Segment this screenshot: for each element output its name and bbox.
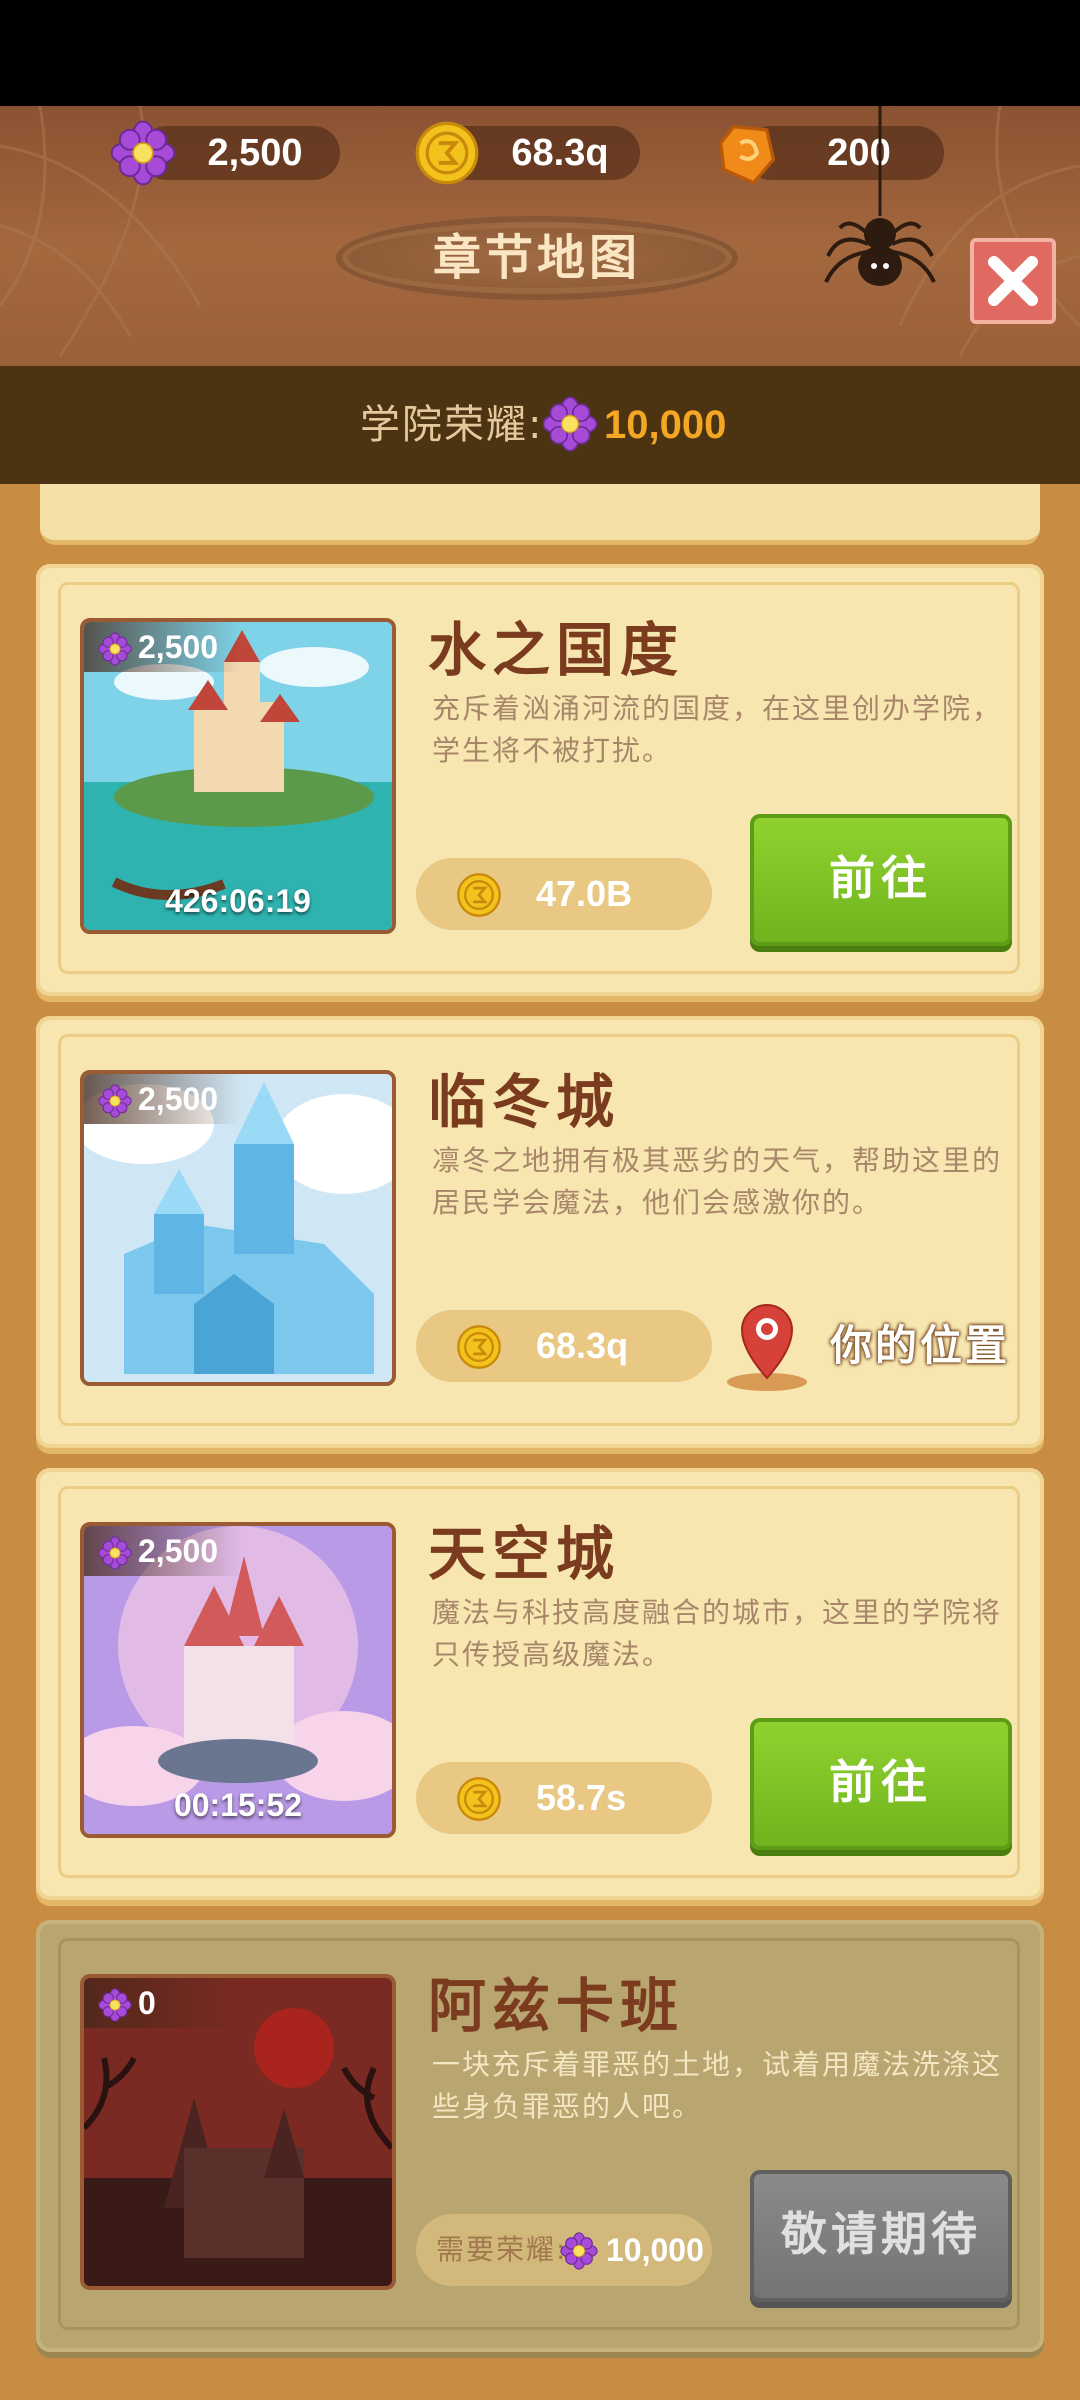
chapter-thumbnail: 2,500 00:15:52 (80, 1522, 396, 1838)
gold-coin-icon (456, 872, 502, 918)
chapter-honor-tag: 2,500 (84, 622, 242, 672)
chapter-thumbnail: 0 (80, 1974, 396, 2290)
chapter-cost: 58.7s (416, 1762, 712, 1834)
chapter-thumbnail: 2,500 (80, 1070, 396, 1386)
your-location-label: 你的位置 (830, 1321, 1011, 1370)
chapter-title: 临冬城 (428, 1068, 621, 1136)
gold-coin-icon (414, 120, 480, 186)
academy-honor-value: 10,000 (604, 403, 727, 447)
page-title: 章节地图 (432, 230, 641, 286)
purple-flower-icon (98, 632, 132, 666)
purple-flower-icon (560, 2232, 598, 2270)
coming-soon-button[interactable]: 敬请期待 (750, 2170, 1012, 2302)
gold-resource: 68.3q (440, 126, 640, 180)
chapter-description: 魔法与科技高度融合的城市，这里的学院将只传授高级魔法。 (432, 1596, 1003, 1671)
chapter-title: 天空城 (428, 1520, 621, 1588)
academy-honor-bar: 学院荣耀: 10,000 (0, 366, 1080, 484)
purple-flower-icon (98, 1988, 132, 2022)
previous-card-edge (40, 484, 1040, 545)
location-pin-icon (727, 1304, 807, 1391)
chapter-description: 一块充斥着罪恶的土地，试着用魔法洗涤这些身负罪恶的人吧。 (432, 2048, 1003, 2123)
chapter-card-azkaban: 0 阿兹卡班 一块充斥着罪恶的土地，试着用魔法洗涤这些身负罪恶的人吧。 需要荣耀… (36, 1920, 1044, 2352)
status-bar (0, 0, 1080, 106)
purple-flower-icon (98, 1536, 132, 1570)
chapter-honor-tag: 0 (84, 1978, 242, 2028)
close-button[interactable] (970, 238, 1056, 324)
chapter-timer: 00:15:52 (173, 1787, 303, 1823)
purple-flower-icon (542, 396, 598, 452)
gold-coin-icon (456, 1776, 502, 1822)
academy-honor-label: 学院荣耀: (360, 402, 544, 448)
chapter-description: 充斥着汹涌河流的国度，在这里创办学院，学生将不被打扰。 (432, 692, 1003, 767)
chapter-cost: 47.0B (416, 858, 712, 930)
chapter-honor-tag: 2,500 (84, 1074, 242, 1124)
chapter-list[interactable]: 2,500 426:06:19 水之国度 充斥着汹涌河流的国度，在这里创办学院，… (0, 484, 1080, 2400)
purple-flower-icon (110, 120, 176, 186)
chapter-card-water-kingdom: 2,500 426:06:19 水之国度 充斥着汹涌河流的国度，在这里创办学院，… (36, 564, 1044, 996)
chapter-card-winterfell: 2,500 临冬城 凛冬之地拥有极其恶劣的天气，帮助这里的居民学会魔法，他们会感… (36, 1016, 1044, 1448)
honor-requirement: 需要荣耀: 10,000 (416, 2214, 712, 2286)
spider-decoration (824, 106, 936, 286)
chapter-card-sky-city: 2,500 00:15:52 天空城 魔法与科技高度融合的城市，这里的学院将只传… (36, 1468, 1044, 1900)
orange-gem-icon (718, 124, 776, 185)
go-button[interactable]: 前往 (750, 814, 1012, 946)
chapter-description: 凛冬之地拥有极其恶劣的天气，帮助这里的居民学会魔法，他们会感激你的。 (432, 1144, 1003, 1219)
purple-flower-icon (98, 1084, 132, 1118)
honor-resource: 2,500 (140, 126, 340, 180)
chapter-timer: 426:06:19 (165, 883, 311, 919)
header: 2,500 68.3q 200 章节地图 (0, 106, 1080, 366)
chapter-title: 水之国度 (428, 616, 685, 684)
gold-coin-icon (456, 1324, 502, 1370)
go-button[interactable]: 前往 (750, 1718, 1012, 1850)
chapter-thumbnail: 2,500 426:06:19 (80, 618, 396, 934)
chapter-honor-tag: 2,500 (84, 1526, 242, 1576)
chapter-title: 阿兹卡班 (428, 1972, 685, 2040)
close-icon (988, 256, 1038, 306)
chapter-cost: 68.3q (416, 1310, 712, 1382)
